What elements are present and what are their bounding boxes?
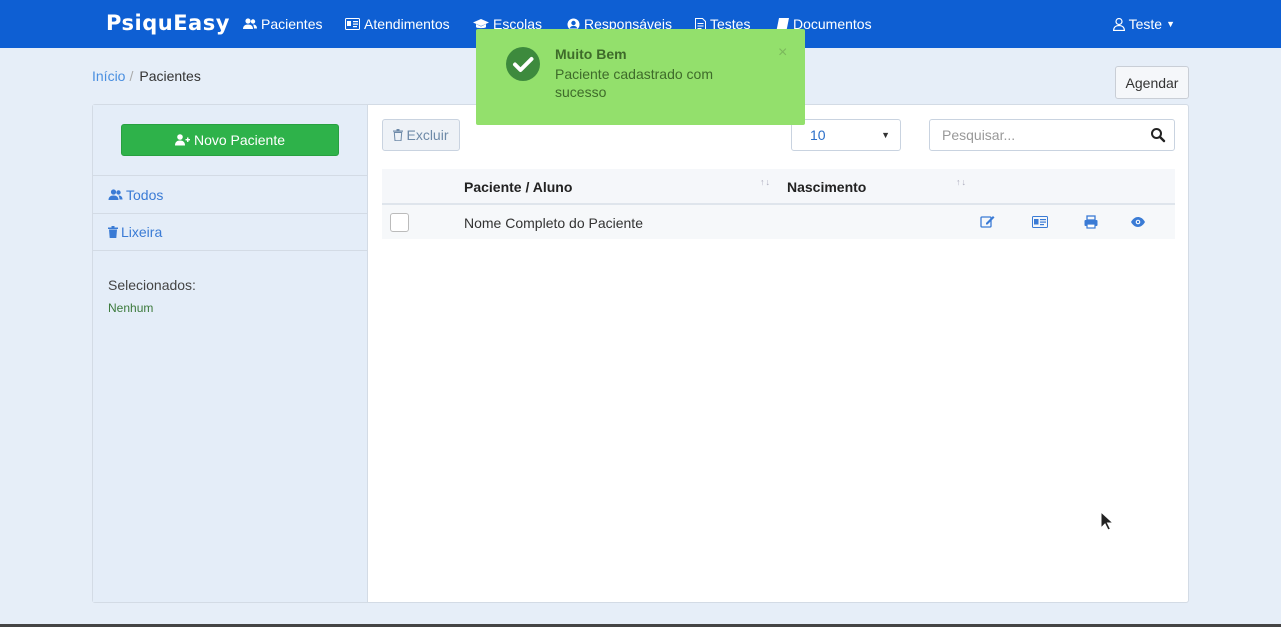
success-toast: Muito Bem Paciente cadastrado com sucess… [476,29,805,125]
trash-icon [108,226,118,238]
sidebar-item-todos[interactable]: Todos [93,175,368,213]
sidebar: Novo Paciente Todos Lixeira Selecionados… [93,105,368,602]
search-input[interactable] [930,120,1140,150]
toast-title: Muito Bem [555,46,627,62]
delete-button[interactable]: Excluir [382,119,460,151]
sidebar-item-lixeira[interactable]: Lixeira [93,213,368,251]
column-header-birth[interactable]: Nascimento [787,179,866,195]
search-box [929,119,1175,151]
page-size-select[interactable]: 10 ▼ [791,119,901,151]
page-size-value: 10 [810,127,826,143]
user-menu[interactable]: Teste ▼ [1112,16,1175,32]
breadcrumb-home[interactable]: Início [92,68,125,84]
eye-icon[interactable] [1130,215,1146,229]
new-patient-label: Novo Paciente [193,132,286,148]
brand-logo[interactable]: PsiquEasy [106,11,230,35]
breadcrumb: Início / Pacientes [92,68,201,84]
close-icon[interactable]: × [778,44,787,62]
column-header-patient[interactable]: Paciente / Aluno [464,179,572,195]
toast-message: Paciente cadastrado com sucesso [555,66,713,100]
nav-label: Pacientes [261,16,323,32]
table-row[interactable]: Nome Completo do Paciente [382,205,1175,239]
user-name: Teste [1128,16,1163,32]
sidebar-item-label: Lixeira [121,224,163,240]
agendar-button[interactable]: Agendar [1115,66,1189,99]
edit-icon[interactable] [980,215,996,229]
selected-value: Nenhum [108,301,154,315]
id-card-icon [345,18,360,30]
user-icon [1112,17,1125,31]
new-patient-button[interactable]: Novo Paciente [121,124,339,156]
search-icon[interactable] [1150,127,1166,143]
users-icon [243,18,257,29]
row-checkbox[interactable] [390,213,409,232]
trash-icon [393,129,404,141]
sidebar-item-label: Todos [126,186,164,203]
nav-atendimentos[interactable]: Atendimentos [345,16,450,32]
users-icon [108,188,123,200]
nav-label: Atendimentos [364,16,450,32]
caret-down-icon: ▼ [881,130,890,140]
delete-label: Excluir [406,127,449,143]
user-plus-icon [174,134,190,146]
check-circle-icon [506,47,540,81]
id-card-icon[interactable] [1032,215,1048,229]
sort-icon[interactable]: ↑↓ [760,177,771,187]
selected-label: Selecionados: [108,277,196,293]
table-header: Paciente / Aluno ↑↓ Nascimento ↑↓ [382,169,1175,205]
sort-icon[interactable]: ↑↓ [956,177,967,187]
patients-panel: Novo Paciente Todos Lixeira Selecionados… [92,104,1189,603]
breadcrumb-separator: / [129,68,134,84]
nav-pacientes[interactable]: Pacientes [243,16,322,32]
mouse-cursor-icon [1100,511,1114,531]
patient-name: Nome Completo do Paciente [464,215,643,231]
breadcrumb-current: Pacientes [139,68,201,84]
caret-down-icon: ▼ [1166,19,1175,29]
print-icon[interactable] [1083,215,1099,229]
